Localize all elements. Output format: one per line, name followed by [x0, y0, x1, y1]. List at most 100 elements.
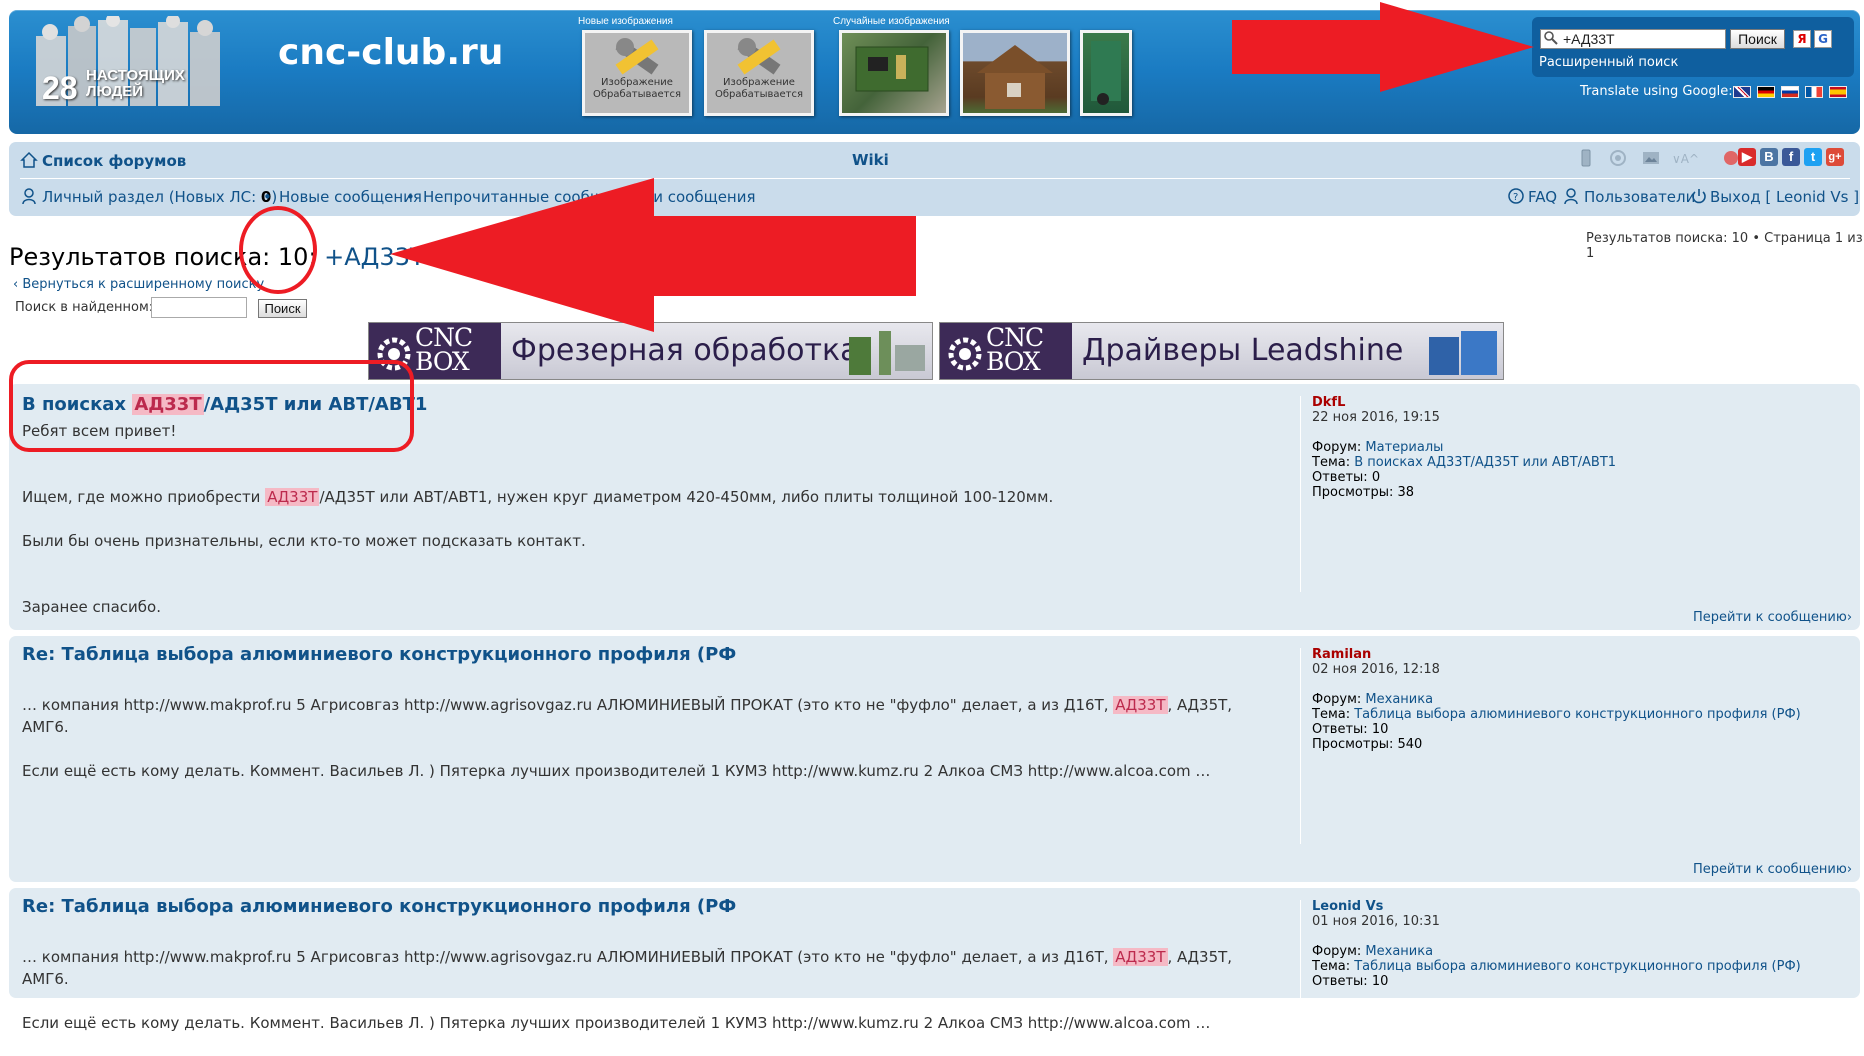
navbar-separator [20, 178, 1850, 179]
flag-de-icon[interactable] [1757, 86, 1775, 98]
search-within-label: Поиск в найденном: [15, 300, 154, 315]
help-circle-icon[interactable] [1609, 149, 1627, 167]
cncbox-brand: CNC BOX [415, 323, 473, 376]
search-highlight: АД33Т [1113, 948, 1168, 966]
topic-link[interactable]: Таблица выбора алюминиевого конструкцион… [1354, 707, 1800, 722]
yandex-search-icon[interactable]: Я [1793, 30, 1811, 48]
site-logo[interactable]: 28 НАСТОЯЩИХ ЛЮДЕЙ [32, 16, 226, 116]
google-search-icon[interactable]: G [1814, 30, 1832, 48]
new-image-thumb-1[interactable]: Изображение Обрабатывается [582, 30, 692, 116]
post-title-link[interactable]: В поисках АД33Т/АД35Т или АВТ/АВТ1 [22, 394, 427, 415]
post-author-link[interactable]: Ramilan [1312, 647, 1801, 662]
personal-section[interactable]: Личный раздел (Новых ЛС: 0) [42, 188, 277, 206]
random-image-thumb-pcb[interactable] [839, 30, 949, 116]
font-size-icon[interactable]: ∨A^ [1670, 149, 1712, 167]
cncbox-brand: CNC BOX [986, 323, 1044, 376]
post-divider [1300, 396, 1301, 592]
logout-link[interactable]: Выход [ Leonid Vs ] [1710, 188, 1859, 206]
chevron-right-icon: › [1846, 610, 1853, 625]
views-count: 38 [1397, 485, 1415, 500]
topic-link[interactable]: В поисках АД33Т/АД35Т или АВТ/АВТ1 [1354, 455, 1616, 470]
search-results-title: Результатов поиска: 10: +АД33Т [9, 243, 425, 271]
random-images-caption: Случайные изображения [833, 16, 950, 27]
jump-to-post-link[interactable]: Перейти к сообщению› [1693, 610, 1852, 625]
new-posts-link[interactable]: Новые сообщения [279, 188, 422, 206]
banner-leadshine[interactable]: CNC BOX Драйверы Leadshine [939, 322, 1504, 380]
search-query-link[interactable]: +АД33Т [324, 243, 424, 271]
personal-label: Личный раздел (Новых ЛС: [42, 188, 261, 206]
views-count: 540 [1397, 737, 1423, 752]
new-images-caption: Новые изображения [578, 16, 673, 27]
post-meta: Leonid Vs 01 ноя 2016, 10:31 Форум: Меха… [1312, 899, 1801, 989]
forum-link[interactable]: Механика [1365, 692, 1433, 707]
circuit-board-icon [855, 46, 929, 92]
post-author-link[interactable]: DkfL [1312, 395, 1616, 410]
post-title-link[interactable]: Re: Таблица выбора алюминиевого конструк… [22, 644, 736, 665]
search-within-input[interactable] [151, 297, 247, 318]
random-image-thumb-house[interactable] [960, 30, 1070, 116]
post-body: Ищем, где можно приобрести АД33Т/АД35Т и… [22, 488, 1054, 616]
magnifier-icon [1544, 31, 1558, 45]
personal-close: ) [271, 188, 278, 206]
search-highlight: АД33Т [1113, 696, 1168, 714]
flag-en-icon[interactable] [1733, 86, 1751, 98]
search-result-post: Re: Таблица выбора алюминиевого конструк… [9, 888, 1860, 1032]
search-button[interactable]: Поиск [1730, 29, 1785, 49]
new-image-thumb-2[interactable]: Изображение Обрабатывается [704, 30, 814, 116]
post-date: 02 ноя 2016, 12:18 [1312, 662, 1440, 677]
random-image-thumb-board[interactable] [1080, 30, 1132, 116]
wiki-link[interactable]: Wiki [852, 151, 889, 169]
flag-es-icon[interactable] [1829, 86, 1847, 98]
users-icon [1564, 188, 1578, 205]
mobile-icon[interactable] [1577, 149, 1595, 167]
gear-icon [948, 337, 982, 371]
search-within-button[interactable]: Поиск [258, 299, 307, 318]
faq-link[interactable]: FAQ [1528, 188, 1557, 206]
post-title-link[interactable]: Re: Таблица выбора алюминиевого конструк… [22, 896, 736, 917]
power-icon [1692, 189, 1706, 204]
jump-to-post-link[interactable]: Перейти к сообщению› [1693, 862, 1852, 877]
vk-icon[interactable]: B [1760, 148, 1778, 166]
replies-count: 10 [1371, 722, 1389, 737]
tools-icon [737, 38, 781, 75]
google-plus-icon[interactable]: g+ [1826, 148, 1844, 166]
forum-index-link[interactable]: Список форумов [42, 152, 186, 170]
pagination-info: Результатов поиска: 10 • Страница 1 из 1 [1586, 231, 1863, 261]
translate-label: Translate using Google: [1580, 84, 1733, 99]
flag-ru-icon[interactable] [1781, 86, 1799, 98]
nav-bullet: • [603, 188, 612, 206]
post-body: … компания http://www.makprof.ru 5 Агрис… [22, 948, 1233, 1032]
forum-link[interactable]: Механика [1365, 944, 1433, 959]
twitter-icon[interactable]: t [1804, 148, 1822, 166]
youtube-icon[interactable]: ▶ [1738, 148, 1756, 166]
cncbox-logo: CNC BOX [369, 323, 501, 379]
post-meta: DkfL 22 ноя 2016, 19:15 Форум: Материалы… [1312, 395, 1617, 500]
facebook-icon[interactable]: f [1782, 148, 1800, 166]
nav-bullet: • [263, 188, 272, 206]
back-to-advanced-search-link[interactable]: ‹ Вернуться к расширенному поиску [13, 277, 264, 292]
flag-fr-icon[interactable] [1805, 86, 1823, 98]
replies-count: 0 [1371, 470, 1381, 485]
banner-milling[interactable]: CNC BOX Фрезерная обработка [368, 322, 933, 380]
gear-icon [377, 337, 411, 371]
thumb-caption: Изображение Обрабатывается [592, 77, 682, 100]
site-title[interactable]: cnc-club.ru [278, 32, 503, 73]
image-icon[interactable] [1642, 149, 1660, 167]
cncbox-logo: CNC BOX [940, 323, 1072, 379]
tools-icon [615, 38, 659, 75]
your-posts-link[interactable]: Ваши сообщения [620, 188, 756, 206]
post-meta: Ramilan 02 ноя 2016, 12:18 Форум: Механи… [1312, 647, 1801, 752]
results-count-label: Результатов поиска: 10: [9, 243, 325, 271]
post-date: 22 ноя 2016, 19:15 [1312, 410, 1440, 425]
chevron-left-icon: ‹ [13, 277, 23, 292]
chevron-right-icon: › [1846, 862, 1853, 877]
house-icon [977, 45, 1053, 109]
advanced-search-link[interactable]: Расширенный поиск [1539, 55, 1678, 70]
logo-number: 28 [42, 70, 78, 106]
topic-link[interactable]: Таблица выбора алюминиевого конструкцион… [1354, 959, 1800, 974]
members-link[interactable]: Пользователи [1584, 188, 1695, 206]
search-input[interactable]: +АД33Т [1540, 29, 1726, 49]
back-link-label: Вернуться к расширенному поиску [22, 277, 265, 292]
forum-link[interactable]: Материалы [1365, 440, 1443, 455]
post-author-link[interactable]: Leonid Vs [1312, 899, 1801, 914]
